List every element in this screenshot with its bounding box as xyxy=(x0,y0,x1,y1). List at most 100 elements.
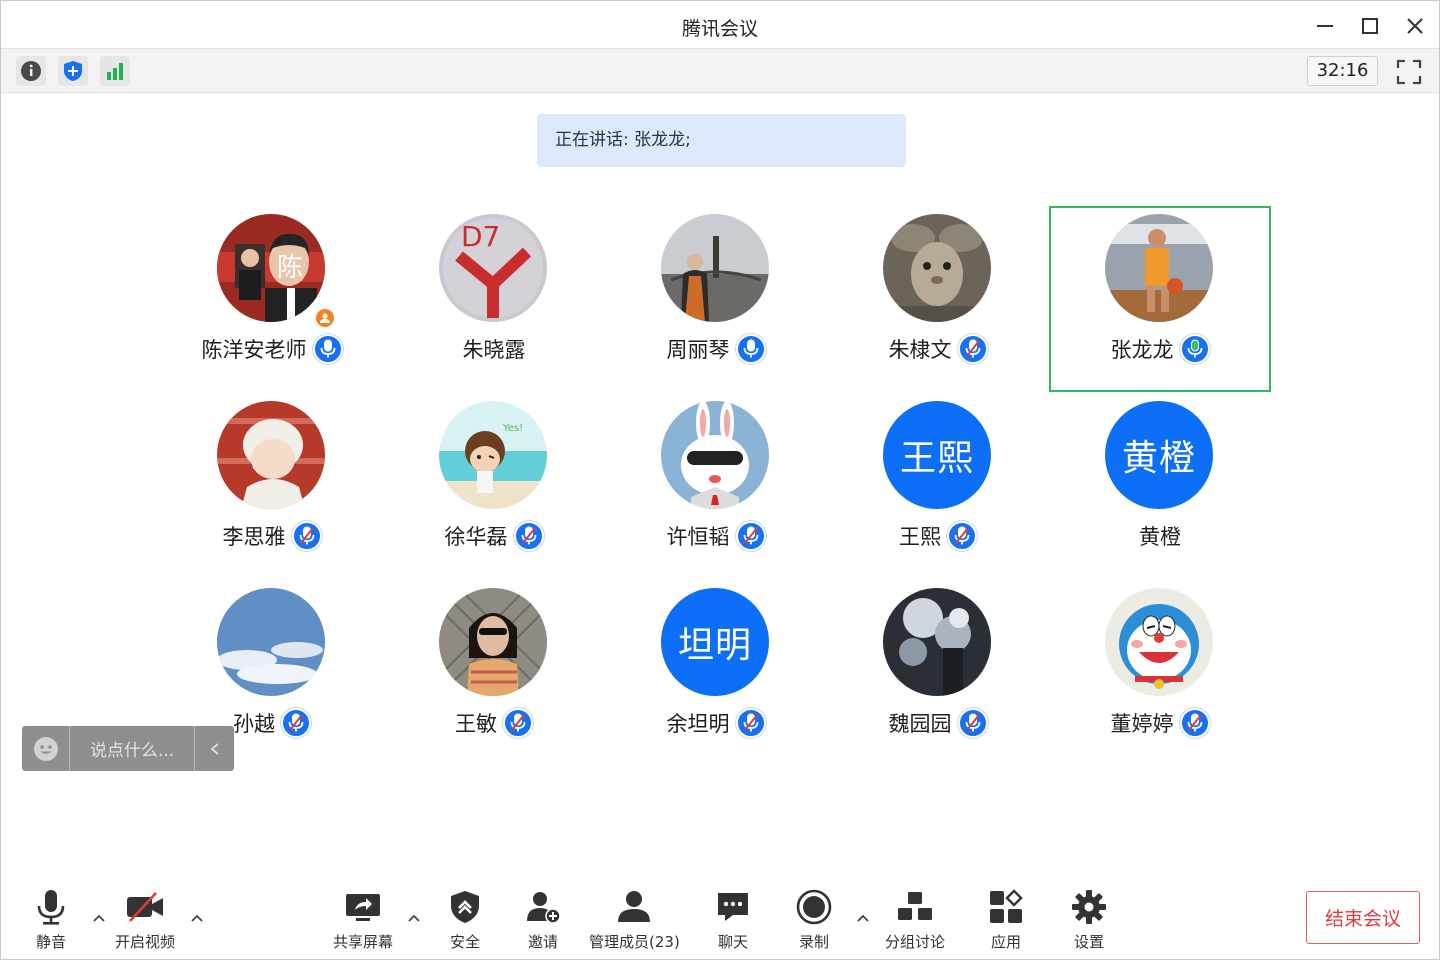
start-video-button[interactable]: 开启视频 xyxy=(115,887,175,952)
apps-icon xyxy=(990,889,1023,923)
security-button[interactable]: 安全 xyxy=(445,887,485,952)
meeting-info-button[interactable] xyxy=(16,56,46,86)
participant-name: 张龙龙 xyxy=(1110,338,1174,362)
participant-tile[interactable]: 周丽琴 xyxy=(605,206,827,392)
participant-tile[interactable]: 朱棣文 xyxy=(827,206,1049,392)
participant-name: 许恒韬 xyxy=(666,525,730,549)
chat-bubble-icon xyxy=(718,893,748,921)
participant-name-row: 徐华磊 xyxy=(383,521,605,551)
info-bar: 32:16 xyxy=(1,49,1439,93)
record-button[interactable]: 录制 xyxy=(794,887,834,952)
security-label: 安全 xyxy=(449,933,480,951)
fullscreen-button[interactable] xyxy=(1393,56,1425,88)
meeting-timer: 32:16 xyxy=(1307,56,1378,86)
mic-muted-icon xyxy=(947,521,977,551)
avatar-text: 王熙 xyxy=(883,401,991,509)
signal-icon xyxy=(107,63,123,80)
bottom-toolbar: 静音 开启视频 共享屏幕 安全 邀请 管理成员(23) 聊天 录制 分组讨论 应… xyxy=(1,873,1440,960)
svg-text:Yes!: Yes! xyxy=(502,423,523,434)
network-status-button[interactable] xyxy=(100,56,130,86)
security-status-button[interactable] xyxy=(58,56,88,86)
speaking-indicator: 正在讲话: 张龙龙; xyxy=(537,114,906,167)
participant-name: 王熙 xyxy=(899,525,941,549)
avatar xyxy=(661,401,769,509)
mic-icon xyxy=(312,334,343,364)
participant-tile[interactable]: Yes! 徐华磊 xyxy=(383,393,605,579)
mic-muted-icon xyxy=(735,521,766,551)
mic-muted-icon xyxy=(957,708,988,738)
avatar xyxy=(217,401,325,509)
share-screen-label: 共享屏幕 xyxy=(333,933,394,951)
participant-tile[interactable]: 坦明余坦明 xyxy=(605,580,827,766)
participant-tile[interactable]: D7 朱晓露 xyxy=(383,206,605,392)
participant-name-row: 黄橙 xyxy=(1049,521,1271,551)
collapse-chat-button[interactable] xyxy=(194,726,234,771)
participant-name: 黄橙 xyxy=(1139,525,1181,549)
breakout-icon xyxy=(898,892,932,920)
chat-placeholder[interactable]: 说点什么... xyxy=(70,736,194,761)
avatar: 陈 xyxy=(217,214,325,322)
avatar: D7 xyxy=(439,214,547,322)
maximize-button[interactable] xyxy=(1353,9,1387,43)
mic-muted-icon xyxy=(281,708,311,738)
participant-tile[interactable]: 黄橙 黄橙 xyxy=(1049,393,1271,579)
participant-name-row: 陈洋安老师 xyxy=(161,334,383,364)
manage-members-button[interactable]: 管理成员(23) xyxy=(589,887,680,952)
avatar-text: 黄橙 xyxy=(1105,401,1213,509)
settings-label: 设置 xyxy=(1073,933,1104,951)
avatar xyxy=(883,214,991,322)
chat-input-box[interactable]: 说点什么... xyxy=(22,726,234,771)
record-options-button[interactable] xyxy=(854,909,872,927)
title-bar: 腾讯会议 xyxy=(1,1,1439,49)
participant-name: 陈洋安老师 xyxy=(201,338,307,362)
participant-name: 朱晓露 xyxy=(462,338,526,362)
participant-name-row: 魏园园 xyxy=(827,708,1049,738)
participant-name: 董婷婷 xyxy=(1110,712,1174,736)
meeting-window: 腾讯会议 32:16 正在讲话: 张龙龙; 陈陈洋安老师 D7 朱晓露 周丽琴 xyxy=(0,0,1440,960)
share-screen-icon xyxy=(346,894,380,921)
end-meeting-button[interactable]: 结束会议 xyxy=(1306,891,1420,944)
maximize-icon xyxy=(1362,18,1378,34)
participant-name-row: 董婷婷 xyxy=(1049,708,1271,738)
start-video-label: 开启视频 xyxy=(115,933,176,951)
participant-name-row: 王熙 xyxy=(827,521,1049,551)
share-options-button[interactable] xyxy=(405,909,423,927)
mute-button[interactable]: 静音 xyxy=(31,887,71,952)
participant-name-row: 周丽琴 xyxy=(605,334,827,364)
invite-button[interactable]: 邀请 xyxy=(523,887,563,952)
video-options-button[interactable] xyxy=(188,909,206,927)
share-screen-button[interactable]: 共享屏幕 xyxy=(333,887,393,952)
chat-button[interactable]: 聊天 xyxy=(713,887,753,952)
settings-button[interactable]: 设置 xyxy=(1069,887,1109,952)
participant-name-row: 朱棣文 xyxy=(827,334,1049,364)
apps-button[interactable]: 应用 xyxy=(986,887,1026,952)
participant-tile[interactable]: 李思雅 xyxy=(161,393,383,579)
mute-label: 静音 xyxy=(35,933,66,951)
invite-user-icon xyxy=(527,892,561,924)
avatar xyxy=(1105,588,1213,696)
avatar xyxy=(883,588,991,696)
security-shield-icon xyxy=(451,891,479,923)
participant-tile[interactable]: 王熙 王熙 xyxy=(827,393,1049,579)
close-button[interactable] xyxy=(1398,9,1432,43)
participant-name: 王敏 xyxy=(455,712,497,736)
shield-icon xyxy=(64,61,82,81)
minimize-button[interactable] xyxy=(1308,9,1342,43)
participant-tile[interactable]: 陈陈洋安老师 xyxy=(161,206,383,392)
participant-tile[interactable]: 许恒韬 xyxy=(605,393,827,579)
chevron-up-icon xyxy=(191,914,203,922)
participant-name: 徐华磊 xyxy=(444,525,508,549)
mic-muted-icon xyxy=(503,708,533,738)
participant-tile[interactable]: 董婷婷 xyxy=(1049,580,1271,766)
avatar-text: 坦明 xyxy=(661,588,769,696)
participant-tile[interactable]: 张龙龙 xyxy=(1049,206,1271,392)
audio-options-button[interactable] xyxy=(90,909,108,927)
emoji-button[interactable] xyxy=(22,726,70,771)
participant-name-row: 王敏 xyxy=(383,708,605,738)
participant-name-row: 许恒韬 xyxy=(605,521,827,551)
breakout-rooms-button[interactable]: 分组讨论 xyxy=(885,887,945,952)
participant-tile[interactable]: 魏园园 xyxy=(827,580,1049,766)
participant-tile[interactable]: 王敏 xyxy=(383,580,605,766)
avatar xyxy=(439,588,547,696)
participant-name: 余坦明 xyxy=(666,712,730,736)
